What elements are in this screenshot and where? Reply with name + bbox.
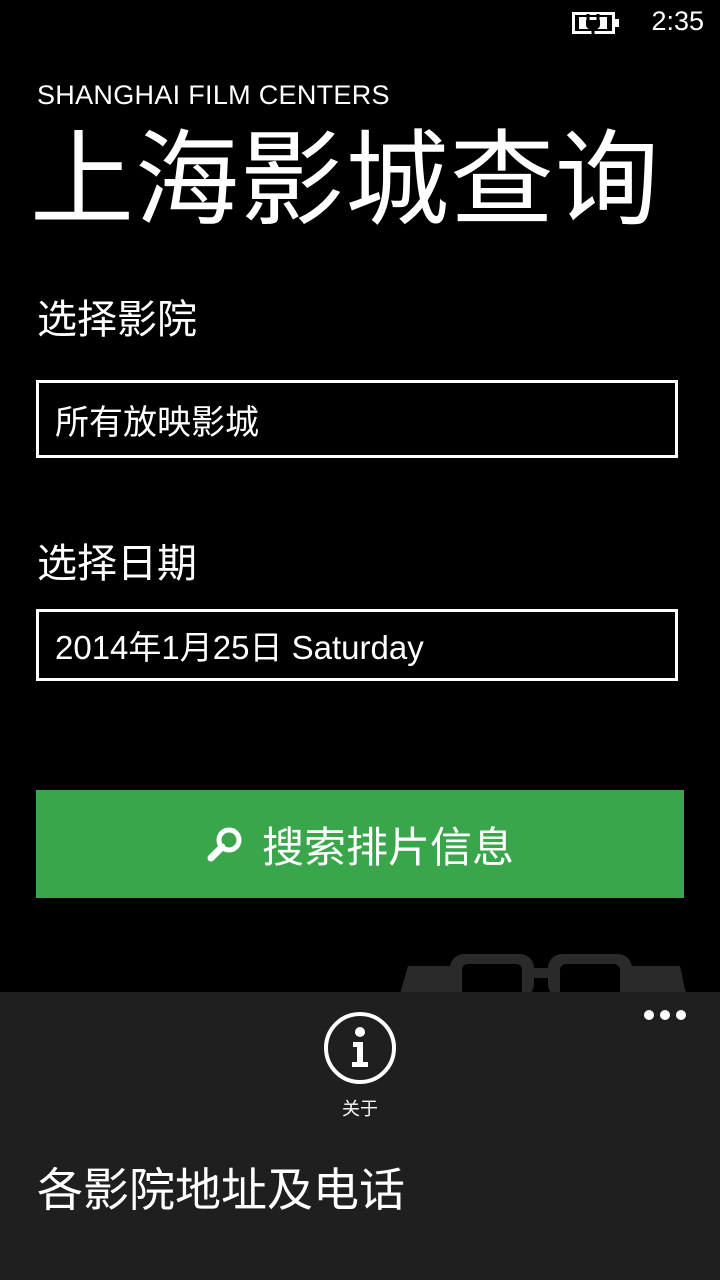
date-picker-value: 2014年1月25日 Saturday <box>55 629 424 666</box>
battery-charging-icon <box>572 12 619 35</box>
menu-item-addresses[interactable]: 各影院地址及电话 <box>37 1160 405 1220</box>
info-icon[interactable] <box>322 1010 398 1086</box>
cinema-picker-value: 所有放映影城 <box>55 402 259 443</box>
cinema-label: 选择影院 <box>37 297 197 343</box>
glasses-icon <box>400 954 686 994</box>
search-button-label: 搜索排片信息 <box>261 822 514 872</box>
page-title: 上海影城查询 <box>30 119 661 241</box>
about-label: 关于 <box>342 1099 378 1120</box>
app-title: SHANGHAI FILM CENTERS <box>37 80 390 110</box>
date-picker[interactable]: 2014年1月25日 Saturday <box>36 609 678 681</box>
cinema-picker[interactable]: 所有放映影城 <box>36 380 678 458</box>
date-label: 选择日期 <box>37 541 197 587</box>
clock: 2:35 <box>651 6 704 36</box>
search-button[interactable]: 搜索排片信息 <box>36 790 684 898</box>
more-icon[interactable] <box>640 1004 690 1026</box>
search-icon <box>207 827 242 862</box>
status-bar: 2:35 <box>0 0 720 48</box>
